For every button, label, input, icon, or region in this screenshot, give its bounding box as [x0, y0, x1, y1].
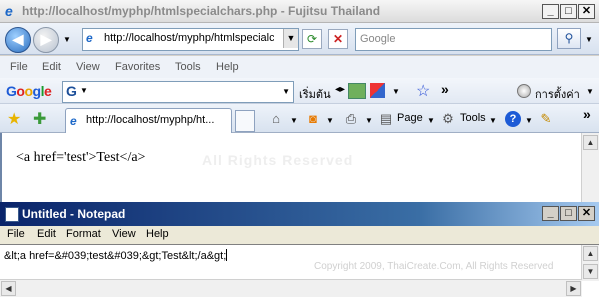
address-bar[interactable]: e http://localhost/myphp/htmlspecialch ▼ [82, 28, 299, 51]
notepad-title-bar: Untitled - Notepad _ □ ✕ [0, 202, 599, 226]
more-chevron-icon[interactable]: » [441, 81, 449, 97]
chevron-down-icon[interactable]: ▼ [80, 86, 88, 95]
notepad-minimize-button[interactable]: _ [542, 206, 559, 221]
gear-icon[interactable]: ⚙ [440, 111, 456, 127]
page-menu-icon[interactable]: ▤ [378, 111, 394, 127]
notepad-vertical-scrollbar[interactable]: ▲ ▼ [581, 245, 599, 281]
feeds-dropdown-icon[interactable]: ▼ [326, 116, 334, 125]
notepad-close-button[interactable]: ✕ [578, 206, 595, 221]
close-button[interactable]: ✕ [578, 4, 595, 19]
notepad-text-line: &lt;a href=&#039;test&#039;&gt;Test&lt;/… [4, 249, 228, 262]
stop-icon[interactable]: ✕ [328, 29, 348, 49]
history-dropdown-icon[interactable]: ▼ [63, 35, 71, 44]
google-toolbar: Google G ▼ ▼ เริ่มต้น ◂▸ ▼ ☆ » การตั้งค่… [0, 78, 599, 104]
copyright-watermark: Copyright 2009, ThaiCreate.Com, All Righ… [314, 261, 554, 272]
page-dropdown-icon[interactable]: ▼ [427, 116, 435, 125]
minimize-button[interactable]: _ [542, 4, 559, 19]
menu-file[interactable]: File [10, 61, 28, 73]
new-tab-button[interactable] [235, 110, 255, 132]
star-icon[interactable]: ☆ [416, 81, 430, 101]
np-menu-edit[interactable]: Edit [37, 228, 56, 240]
search-button[interactable]: ⚲ [557, 28, 581, 49]
ie-window-title: http://localhost/myphp/htmlspecialchars.… [22, 4, 381, 18]
help-icon[interactable]: ? [505, 111, 521, 127]
address-dropdown-icon[interactable]: ▼ [283, 29, 298, 48]
favorites-star-icon[interactable]: ★ [7, 109, 21, 129]
print-dropdown-icon[interactable]: ▼ [365, 116, 373, 125]
google-search-field[interactable]: G ▼ ▼ [62, 81, 294, 103]
research-icon[interactable]: ✎ [538, 111, 554, 127]
blocker-dropdown-icon[interactable]: ▼ [392, 87, 400, 96]
notepad-window-title: Untitled - Notepad [22, 207, 126, 221]
print-icon[interactable]: ⎙ [343, 111, 359, 127]
np-menu-file[interactable]: File [7, 228, 25, 240]
watermark-text: All Rights Reserved [202, 152, 354, 168]
google-settings-button[interactable]: การตั้งค่า [535, 85, 580, 103]
menu-favorites[interactable]: Favorites [115, 61, 160, 73]
np-scroll-down-icon[interactable]: ▼ [583, 264, 598, 279]
browser-content: All Rights Reserved <a href='test'>Test<… [0, 133, 599, 202]
scroll-right-icon[interactable]: ▶ [566, 281, 581, 296]
add-favorite-icon[interactable]: ✚ [33, 109, 46, 129]
scroll-up-icon[interactable]: ▲ [583, 135, 598, 150]
picture-icon[interactable] [348, 83, 366, 99]
google-search-button[interactable]: เริ่มต้น [299, 85, 331, 103]
np-menu-help[interactable]: Help [146, 228, 169, 240]
help-dropdown-icon[interactable]: ▼ [525, 116, 533, 125]
tab-label: http://localhost/myphp/ht... [86, 114, 215, 126]
menu-help[interactable]: Help [216, 61, 239, 73]
notepad-text-content: &lt;a href=&#039;test&#039;&gt;Test&lt;/… [4, 250, 227, 262]
google-logo: Google [6, 83, 52, 99]
ie-logo-icon: e [5, 3, 13, 19]
search-box[interactable]: Google [355, 28, 552, 51]
text-caret [226, 249, 228, 261]
settings-icon[interactable] [517, 84, 531, 98]
notepad-icon [5, 207, 19, 222]
search-input[interactable]: Google [360, 33, 395, 45]
search-options-icon[interactable]: ▼ [585, 35, 593, 44]
np-menu-view[interactable]: View [112, 228, 136, 240]
menu-tools[interactable]: Tools [175, 61, 201, 73]
feeds-icon[interactable]: ◙ [305, 111, 321, 127]
browser-vertical-scrollbar[interactable]: ▲ [581, 133, 599, 202]
notepad-horizontal-scrollbar[interactable]: ◀ ▶ [0, 279, 582, 297]
notepad-maximize-button[interactable]: □ [560, 206, 577, 221]
menu-view[interactable]: View [76, 61, 100, 73]
forward-button[interactable]: ▶ [33, 27, 59, 53]
home-dropdown-icon[interactable]: ▼ [290, 116, 298, 125]
notepad-menu-bar: File Edit Format View Help [0, 226, 599, 244]
np-scroll-up-icon[interactable]: ▲ [583, 246, 598, 261]
tab-bar: ★ ✚ e http://localhost/myphp/ht... ⌂ ▼ ◙… [0, 104, 599, 134]
notepad-text-area[interactable]: &lt;a href=&#039;test&#039;&gt;Test&lt;/… [0, 244, 599, 297]
separator-icon: ◂▸ [335, 84, 346, 95]
tools-menu-button[interactable]: Tools [460, 112, 486, 124]
tools-dropdown-icon[interactable]: ▼ [489, 116, 497, 125]
toolbar-overflow-chevron-icon[interactable]: » [583, 106, 591, 122]
page-output-text: <a href='test'>Test</a> [16, 150, 146, 165]
page-menu-button[interactable]: Page [397, 112, 423, 124]
page-icon: e [86, 31, 93, 45]
page-icon: e [70, 114, 77, 128]
tab-active[interactable]: e http://localhost/myphp/ht... [65, 108, 232, 134]
home-icon[interactable]: ⌂ [268, 111, 284, 127]
back-button[interactable]: ◀ [5, 27, 31, 53]
menu-edit[interactable]: Edit [42, 61, 61, 73]
address-input[interactable]: http://localhost/myphp/htmlspecialch [104, 32, 274, 44]
google-history-dropdown-icon[interactable]: ▼ [282, 87, 290, 96]
np-menu-format[interactable]: Format [66, 228, 101, 240]
navigation-bar: ◀ ▶ ▼ e http://localhost/myphp/htmlspeci… [0, 23, 599, 55]
google-g-icon: G [66, 83, 77, 99]
scroll-left-icon[interactable]: ◀ [1, 281, 16, 296]
maximize-button[interactable]: □ [560, 4, 577, 19]
ie-menu-bar: File Edit View Favorites Tools Help [0, 56, 599, 78]
settings-dropdown-icon[interactable]: ▼ [586, 87, 594, 96]
refresh-icon[interactable]: ⟳ [302, 29, 322, 49]
popup-blocker-icon[interactable] [370, 83, 385, 98]
ie-title-bar: e http://localhost/myphp/htmlspecialchar… [0, 0, 599, 23]
